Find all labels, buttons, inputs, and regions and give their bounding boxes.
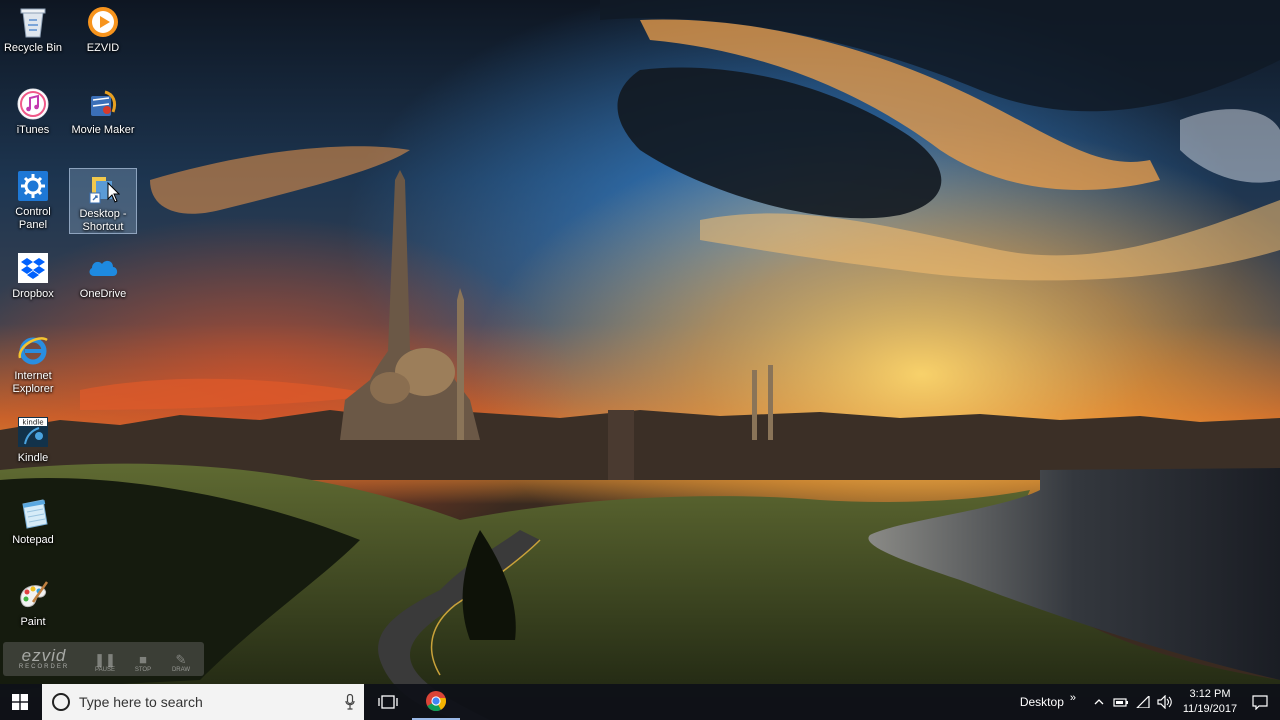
windows-logo-icon [12,694,28,710]
desktop-icon-label: Movie Maker [71,124,135,136]
taskbar: Type here to search Desktop » 3:12 PM 11… [0,684,1280,720]
task-view-icon [378,695,398,709]
ezvid-stop-button[interactable]: ■ STOP [125,645,161,674]
desktop-icon-control-panel[interactable]: Control Panel [0,164,67,236]
desktop-icon-label: OneDrive [79,288,127,300]
desktop-icon-internet-explorer[interactable]: Internet Explorer [0,328,67,400]
desktop-icon-kindle[interactable]: kindle Kindle [0,410,67,480]
taskbar-search-box[interactable]: Type here to search [42,684,364,720]
taskbar-clock[interactable]: 3:12 PM 11/19/2017 [1180,687,1240,717]
desktop-icon-label: Control Panel [15,206,51,231]
desktop-icon-label: iTunes [16,124,50,136]
svg-text:kindle: kindle [22,419,43,427]
tray-volume-button[interactable] [1154,684,1176,720]
pause-icon: ❚❚ [94,652,116,667]
ezvid-recorder-logo: ezvid RECORDER [3,646,85,670]
clock-time: 3:12 PM [1189,688,1231,700]
pencil-icon: ✎ [175,652,187,667]
start-button[interactable] [0,684,40,720]
desktop-icon-ezvid[interactable]: EZVID [69,0,137,70]
system-tray: Desktop » 3:12 PM 11/19/2017 [1020,684,1280,720]
ezvid-recorder-toolbar: ezvid RECORDER ❚❚ PAUSE ■ STOP ✎ DRAW [3,642,204,676]
notification-icon [1252,694,1268,710]
desktop-icon-recycle-bin[interactable]: Recycle Bin [0,0,67,70]
itunes-icon [16,87,50,121]
ezvid-logo-text: ezvid [21,646,67,665]
ezvid-pause-button[interactable]: ❚❚ PAUSE [87,645,123,674]
desktop-icon-desktop-shortcut[interactable]: Desktop - Shortcut [69,168,137,234]
desktop-icon-label: EZVID [86,42,120,54]
tray-network-button[interactable] [1132,684,1154,720]
ezvid-stop-label: STOP [134,667,152,673]
desktop-icon-label: Dropbox [12,288,54,300]
notepad-icon [16,497,50,531]
ezvid-logo-subtext: RECORDER [18,664,70,670]
show-hidden-icons-button[interactable] [1088,684,1110,720]
desktop-icon-paint[interactable]: Paint [0,574,67,644]
chrome-icon [426,691,446,712]
taskbar-app-chrome[interactable] [412,684,460,720]
desktop-icon-movie-maker[interactable]: Movie Maker [69,82,137,152]
paint-icon [16,579,50,613]
desktop-icon-label: Kindle [17,452,49,464]
desktop-icon-label: Notepad [12,534,54,546]
desktop-icon-label: Internet Explorer [12,370,54,395]
desktop-icon-label: Recycle Bin [3,42,63,54]
battery-icon [1113,698,1128,707]
wifi-icon [1136,696,1150,708]
action-center-button[interactable] [1240,694,1280,710]
task-view-button[interactable] [364,684,412,720]
movie-maker-icon [86,87,120,121]
tray-battery-button[interactable] [1110,684,1132,720]
microphone-icon[interactable] [336,694,364,710]
recycle-bin-icon [16,5,50,39]
desktop-icon-notepad[interactable]: Notepad [0,492,67,562]
dropbox-icon [16,251,50,285]
control-panel-icon [16,169,50,203]
desktop-icon-dropbox[interactable]: Dropbox [0,246,67,316]
desktop-icon-onedrive[interactable]: OneDrive [69,246,137,316]
desktop-toolbar-label[interactable]: Desktop [1020,695,1064,709]
internet-explorer-icon [16,333,50,367]
desktop-icon-itunes[interactable]: iTunes [0,82,67,152]
search-placeholder: Type here to search [79,694,203,710]
cortana-icon [52,693,70,711]
chevron-up-icon [1094,699,1104,705]
desktop-icon-label: Desktop - Shortcut [79,208,127,233]
ezvid-icon [86,5,120,39]
stop-icon: ■ [139,652,147,667]
ezvid-pause-label: PAUSE [95,667,115,673]
toolbar-expand-chevron[interactable]: » [1070,692,1076,704]
clock-date: 11/19/2017 [1182,703,1238,715]
onedrive-icon [86,251,120,285]
desktop-icon-label: Paint [20,616,46,628]
kindle-icon: kindle [16,415,50,449]
folder-shortcut-icon [86,173,120,205]
speaker-icon [1157,695,1172,709]
desktop-wallpaper [0,0,1280,720]
ezvid-draw-button[interactable]: ✎ DRAW [163,645,199,674]
ezvid-draw-label: DRAW [171,667,191,673]
